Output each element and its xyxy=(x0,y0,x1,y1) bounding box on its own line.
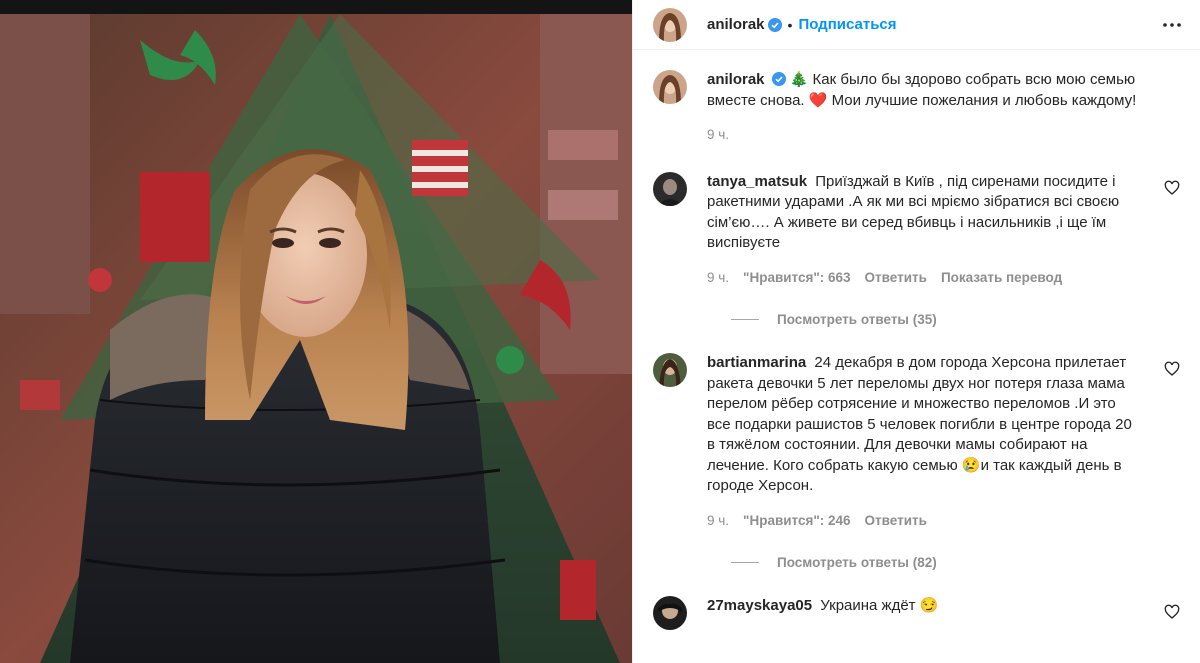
comment-text: 24 декабря в дом города Херсона прилетае… xyxy=(707,354,1132,494)
caption-meta: 9 ч. xyxy=(707,125,1137,146)
comment-item: bartianmarina 24 декабря в дом города Хе… xyxy=(653,353,1184,531)
caption-username[interactable]: anilorak xyxy=(707,71,765,88)
caption-body: anilorak 🎄 Как было бы здорово собрать в… xyxy=(707,70,1137,146)
comment-likes[interactable]: "Нравится": 246 xyxy=(743,511,851,532)
comment-time[interactable]: 9 ч. xyxy=(707,268,729,289)
comment-username[interactable]: 27mayskaya05 xyxy=(707,597,812,614)
comment-text: Украина ждёт 😏 xyxy=(820,597,939,614)
separator-dot: • xyxy=(787,16,793,33)
comment-likes[interactable]: "Нравится": 663 xyxy=(743,268,851,289)
comment-username[interactable]: tanya_matsuk xyxy=(707,173,807,190)
view-replies-label: Посмотреть ответы (82) xyxy=(777,555,937,570)
post-photo[interactable] xyxy=(0,0,632,663)
comment-body: bartianmarina 24 декабря в дом города Хе… xyxy=(707,353,1137,531)
view-replies-button[interactable]: Посмотреть ответы (82) xyxy=(731,555,1184,570)
more-options-icon[interactable] xyxy=(1160,13,1184,37)
post-caption: anilorak 🎄 Как было бы здорово собрать в… xyxy=(653,70,1184,146)
translate-button[interactable]: Показать перевод xyxy=(941,268,1062,289)
comment-username[interactable]: bartianmarina xyxy=(707,354,806,371)
comment-body: tanya_matsuk Приїзджай в Київ , під сире… xyxy=(707,172,1137,289)
follow-button[interactable]: Подписаться xyxy=(798,16,896,33)
author-avatar[interactable] xyxy=(653,70,687,104)
post-header: anilorak • Подписаться xyxy=(633,0,1200,50)
post-sidebar: anilorak • Подписаться anilorak 🎄 Как бы… xyxy=(632,0,1200,663)
view-replies-label: Посмотреть ответы (35) xyxy=(777,312,937,327)
author-avatar[interactable] xyxy=(653,7,687,42)
reply-button[interactable]: Ответить xyxy=(865,268,927,289)
reply-button[interactable]: Ответить xyxy=(865,511,927,532)
verified-badge-icon xyxy=(767,17,782,32)
commenter-avatar[interactable] xyxy=(653,353,687,387)
replies-divider xyxy=(731,319,759,320)
heart-outline-icon[interactable] xyxy=(1164,361,1180,377)
comment-meta: 9 ч. "Нравится": 246 Ответить xyxy=(707,511,1137,532)
comment-body: 27mayskaya05 Украина ждёт 😏 xyxy=(707,596,1137,630)
author-username[interactable]: anilorak xyxy=(707,16,765,33)
heart-outline-icon[interactable] xyxy=(1164,604,1180,620)
comment-item: tanya_matsuk Приїзджай в Київ , під сире… xyxy=(653,171,1184,289)
view-replies-button[interactable]: Посмотреть ответы (35) xyxy=(731,312,1184,327)
commenter-avatar[interactable] xyxy=(653,171,687,206)
heart-outline-icon[interactable] xyxy=(1164,180,1180,196)
comment-time[interactable]: 9 ч. xyxy=(707,511,729,532)
post-image xyxy=(0,0,632,663)
comments-thread: anilorak 🎄 Как было бы здорово собрать в… xyxy=(633,50,1200,630)
commenter-avatar[interactable] xyxy=(653,596,687,630)
caption-time[interactable]: 9 ч. xyxy=(707,125,729,146)
replies-divider xyxy=(731,562,759,563)
comment-item: 27mayskaya05 Украина ждёт 😏 xyxy=(653,596,1184,630)
comment-meta: 9 ч. "Нравится": 663 Ответить Показать п… xyxy=(707,268,1137,289)
verified-badge-icon xyxy=(771,72,786,86)
